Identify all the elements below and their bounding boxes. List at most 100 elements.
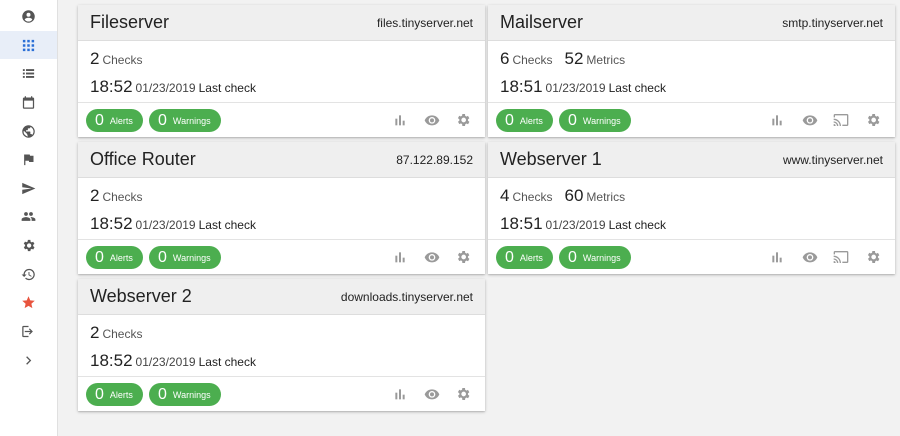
alerts-badge[interactable]: 0 Alerts	[86, 246, 143, 269]
sidebar-item-calendar[interactable]	[0, 88, 57, 116]
stats-button[interactable]	[768, 111, 786, 129]
warnings-count: 0	[568, 111, 577, 129]
checks-stat: 2 Checks	[90, 186, 142, 206]
sidebar-item-dashboard[interactable]	[0, 31, 57, 59]
last-check-label: Last check	[608, 81, 666, 95]
warnings-badge[interactable]: 0 Warnings	[149, 383, 221, 406]
sidebar-item-list[interactable]	[0, 59, 57, 87]
view-button[interactable]	[801, 248, 819, 266]
gear-icon	[867, 114, 880, 126]
card-header: Webserver 1 www.tinyserver.net	[488, 142, 895, 178]
checks-label: Checks	[102, 327, 143, 341]
server-card[interactable]: Webserver 1 www.tinyserver.net 4 Checks 6…	[488, 142, 895, 274]
warnings-label: Warnings	[172, 252, 211, 263]
warnings-badge[interactable]: 0 Warnings	[149, 246, 221, 269]
checks-count: 2	[90, 323, 100, 342]
view-button[interactable]	[423, 248, 441, 266]
settings-button[interactable]	[864, 111, 882, 129]
metrics-count: 52	[564, 49, 584, 68]
alerts-badge[interactable]: 0 Alerts	[496, 246, 553, 269]
server-name[interactable]: Webserver 2	[90, 286, 192, 307]
view-button[interactable]	[423, 385, 441, 403]
last-check-date: 01/23/2019	[545, 81, 606, 95]
view-button[interactable]	[423, 111, 441, 129]
alerts-badge[interactable]: 0 Alerts	[496, 109, 553, 132]
chevron-right-icon	[26, 355, 32, 365]
sidebar-item-people[interactable]	[0, 202, 57, 230]
bar-chart-icon	[395, 115, 405, 126]
checks-label: Checks	[512, 190, 553, 204]
stats-button[interactable]	[391, 248, 409, 266]
account-circle-icon	[22, 9, 35, 23]
sidebar-item-globe[interactable]	[0, 117, 57, 145]
sidebar-collapse-toggle[interactable]	[0, 346, 57, 374]
warnings-label: Warnings	[582, 115, 621, 126]
stats-button[interactable]	[768, 248, 786, 266]
grid-icon	[22, 39, 35, 51]
card-header: Fileserver files.tinyserver.net	[78, 5, 485, 41]
stats-button[interactable]	[391, 385, 409, 403]
card-body: 2 Checks 18:52 01/23/2019 Last check	[78, 178, 485, 240]
checks-stat: 6 Checks	[500, 49, 552, 69]
server-name[interactable]: Webserver 1	[500, 149, 602, 170]
server-card[interactable]: Mailserver smtp.tinyserver.net 6 Checks 5…	[488, 5, 895, 137]
server-card[interactable]: Office Router 87.122.89.152 2 Checks 18:5…	[78, 142, 485, 274]
warnings-badge[interactable]: 0 Warnings	[149, 109, 221, 132]
card-body: 2 Checks 18:52 01/23/2019 Last check	[78, 41, 485, 103]
flag-icon	[24, 154, 34, 165]
last-check-date: 01/23/2019	[135, 355, 196, 369]
alerts-badge[interactable]: 0 Alerts	[86, 109, 143, 132]
last-check: 18:52 01/23/2019 Last check	[90, 351, 256, 371]
cast-button[interactable]	[832, 111, 850, 129]
eye-icon	[802, 252, 818, 263]
sidebar-item-login[interactable]	[0, 317, 57, 345]
server-name[interactable]: Fileserver	[90, 12, 169, 33]
last-check-time: 18:52	[90, 77, 133, 96]
settings-button[interactable]	[864, 248, 882, 266]
card-footer: 0 Alerts 0 Warnings	[78, 240, 485, 274]
last-check-date: 01/23/2019	[135, 218, 196, 232]
login-icon	[22, 325, 33, 337]
sidebar-item-send[interactable]	[0, 174, 57, 202]
eye-icon	[424, 389, 440, 400]
cast-button[interactable]	[832, 248, 850, 266]
bar-chart-icon	[395, 389, 405, 400]
stats-button[interactable]	[391, 111, 409, 129]
alerts-badge[interactable]: 0 Alerts	[86, 383, 143, 406]
bar-chart-icon	[772, 252, 782, 263]
settings-button[interactable]	[454, 248, 472, 266]
server-name[interactable]: Office Router	[90, 149, 196, 170]
star-icon	[22, 295, 35, 308]
sidebar-item-flag[interactable]	[0, 145, 57, 173]
alerts-label: Alerts	[519, 252, 543, 263]
last-check-label: Last check	[198, 81, 256, 95]
gear-icon	[23, 239, 35, 251]
checks-count: 4	[500, 186, 510, 205]
card-header: Webserver 2 downloads.tinyserver.net	[78, 279, 485, 315]
last-check-time: 18:51	[500, 214, 543, 233]
view-button[interactable]	[801, 111, 819, 129]
warnings-badge[interactable]: 0 Warnings	[559, 246, 631, 269]
sidebar-item-settings[interactable]	[0, 231, 57, 259]
calendar-icon	[22, 95, 35, 109]
server-card[interactable]: Webserver 2 downloads.tinyserver.net 2 Ch…	[78, 279, 485, 411]
sidebar-item-history[interactable]	[0, 260, 57, 288]
checks-stat: 4 Checks	[500, 186, 552, 206]
last-check-label: Last check	[198, 218, 256, 232]
server-card[interactable]: Fileserver files.tinyserver.net 2 Checks …	[78, 5, 485, 137]
server-host: smtp.tinyserver.net	[782, 15, 883, 30]
alerts-count: 0	[95, 248, 104, 266]
settings-button[interactable]	[454, 385, 472, 403]
alerts-label: Alerts	[109, 252, 133, 263]
metrics-count: 60	[564, 186, 584, 205]
warnings-label: Warnings	[582, 252, 621, 263]
settings-button[interactable]	[454, 111, 472, 129]
bar-chart-icon	[772, 115, 782, 126]
last-check-date: 01/23/2019	[545, 218, 606, 232]
warnings-label: Warnings	[172, 389, 211, 400]
server-name[interactable]: Mailserver	[500, 12, 583, 33]
sidebar-item-account[interactable]	[0, 2, 57, 30]
warnings-badge[interactable]: 0 Warnings	[559, 109, 631, 132]
card-footer: 0 Alerts 0 Warnings	[78, 377, 485, 411]
sidebar-item-favorites[interactable]	[0, 288, 57, 316]
